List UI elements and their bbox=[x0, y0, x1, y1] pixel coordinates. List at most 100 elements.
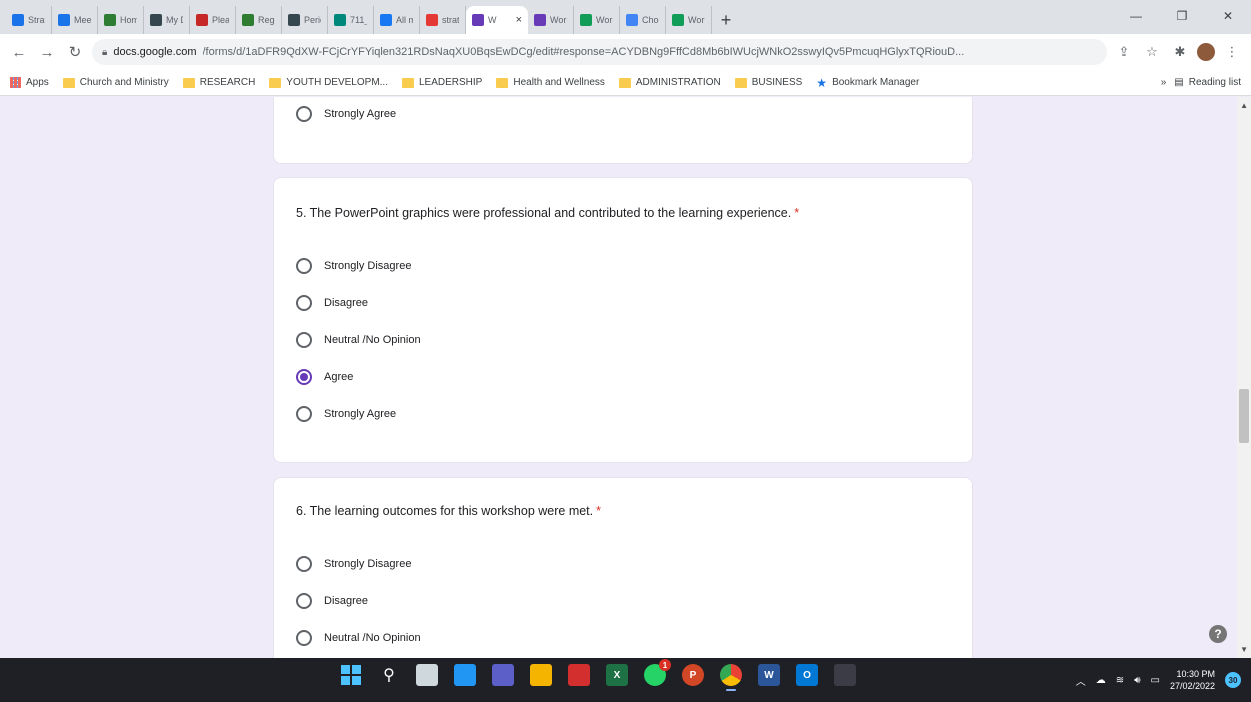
browser-tab[interactable]: Strate bbox=[6, 6, 52, 34]
bookmarks-overflow-button[interactable]: » bbox=[1161, 77, 1167, 88]
widgets-icon[interactable] bbox=[454, 664, 476, 686]
minimize-button[interactable]: — bbox=[1113, 4, 1159, 28]
menu-kebab-icon[interactable]: ⋮ bbox=[1221, 41, 1243, 63]
scroll-down-arrow-icon[interactable]: ▼ bbox=[1240, 645, 1248, 654]
tab-label: W bbox=[488, 15, 497, 25]
q6-option[interactable]: Strongly Disagree bbox=[296, 556, 411, 572]
option-label: Strongly Agree bbox=[324, 108, 397, 120]
wifi-icon[interactable]: ≋ bbox=[1116, 675, 1124, 686]
q5-option[interactable]: Disagree bbox=[296, 295, 368, 311]
browser-tab[interactable]: Work bbox=[574, 6, 620, 34]
bookmark-item[interactable]: BUSINESS bbox=[734, 77, 802, 88]
scroll-up-arrow-icon[interactable]: ▲ bbox=[1240, 101, 1248, 110]
notification-count-badge[interactable]: 30 bbox=[1225, 672, 1241, 688]
browser-tab[interactable]: Home bbox=[98, 6, 144, 34]
browser-tab[interactable]: My Di bbox=[144, 6, 190, 34]
q5-option[interactable]: Agree bbox=[296, 369, 353, 385]
task-view-icon[interactable] bbox=[416, 664, 438, 686]
browser-tab[interactable]: Perioc bbox=[282, 6, 328, 34]
q6-option[interactable]: Disagree bbox=[296, 593, 368, 609]
browser-tab[interactable]: W × bbox=[466, 6, 528, 34]
word-icon[interactable]: W bbox=[758, 664, 780, 686]
radio-button[interactable] bbox=[296, 630, 312, 646]
browser-tab[interactable]: Meeti bbox=[52, 6, 98, 34]
battery-icon[interactable]: ▭ bbox=[1151, 675, 1160, 686]
browser-tab[interactable]: 711_F bbox=[328, 6, 374, 34]
bookmark-item[interactable]: ★ Bookmark Manager bbox=[816, 76, 919, 90]
windows-taskbar: ⚲ X 1 P W O ︿ ☁ ≋ 🔊︎ ▭ 10:30 PM 27/02/20… bbox=[0, 658, 1251, 702]
bookmark-label: Church and Ministry bbox=[79, 77, 169, 88]
radio-button[interactable] bbox=[296, 369, 312, 385]
star-icon: ★ bbox=[816, 75, 828, 90]
close-tab-icon[interactable]: × bbox=[516, 14, 522, 26]
close-window-button[interactable]: ✕ bbox=[1205, 4, 1251, 28]
bookmark-list: Apps Church and Ministry RESEARCH YOUTH DEV… bbox=[10, 76, 919, 90]
file-explorer-icon[interactable] bbox=[530, 664, 552, 686]
browser-tab[interactable]: strate bbox=[420, 6, 466, 34]
taskbar-app-icon[interactable] bbox=[834, 664, 856, 686]
browser-tab[interactable]: Pleasi bbox=[190, 6, 236, 34]
bookmark-star-icon[interactable]: ☆ bbox=[1141, 41, 1163, 63]
restore-button[interactable]: ❐ bbox=[1159, 4, 1205, 28]
browser-tab[interactable]: Work bbox=[666, 6, 712, 34]
page-scrollbar[interactable]: ▲ ▼ bbox=[1237, 97, 1251, 658]
browser-tab[interactable]: Regen bbox=[236, 6, 282, 34]
q5-option[interactable]: Neutral /No Opinion bbox=[296, 332, 421, 348]
windows-start-icon[interactable] bbox=[340, 664, 362, 686]
powerpoint-icon[interactable]: P bbox=[682, 664, 704, 686]
volume-icon[interactable]: 🔊︎ bbox=[1134, 675, 1140, 686]
share-icon[interactable]: ⇪ bbox=[1113, 41, 1135, 63]
new-tab-button[interactable]: + bbox=[712, 6, 740, 34]
bookmark-item[interactable]: Church and Ministry bbox=[62, 77, 169, 88]
profile-avatar[interactable] bbox=[1197, 43, 1215, 61]
bookmark-item[interactable]: ADMINISTRATION bbox=[618, 77, 721, 88]
radio-button[interactable] bbox=[296, 106, 312, 122]
q6-option[interactable]: Neutral /No Opinion bbox=[296, 630, 421, 646]
reading-list-icon: ▤ bbox=[1174, 77, 1184, 88]
clock[interactable]: 10:30 PM 27/02/2022 bbox=[1170, 668, 1215, 692]
radio-button[interactable] bbox=[296, 258, 312, 274]
browser-tab[interactable]: All mi bbox=[374, 6, 420, 34]
tab-favicon-icon bbox=[334, 14, 346, 26]
bookmark-item[interactable]: Health and Wellness bbox=[496, 77, 605, 88]
browser-tab[interactable]: Work bbox=[528, 6, 574, 34]
tab-favicon-icon bbox=[534, 14, 546, 26]
whatsapp-icon[interactable]: 1 bbox=[644, 659, 671, 686]
chevron-up-icon[interactable]: ︿ bbox=[1076, 673, 1086, 688]
extensions-icon[interactable]: ✱ bbox=[1169, 41, 1191, 63]
bookmark-item[interactable]: RESEARCH bbox=[182, 77, 255, 88]
radio-button[interactable] bbox=[296, 295, 312, 311]
browser-toolbar: ← → ↻ 🔒︎ docs.google.com/forms/d/1aDFR9Q… bbox=[0, 34, 1251, 70]
radio-button[interactable] bbox=[296, 593, 312, 609]
outlook-icon[interactable]: O bbox=[796, 664, 818, 686]
search-icon[interactable]: ⚲ bbox=[378, 664, 400, 686]
notification-badge: 1 bbox=[659, 659, 671, 671]
chrome-icon[interactable] bbox=[720, 664, 742, 691]
option-label: Strongly Disagree bbox=[324, 558, 412, 570]
folder-icon bbox=[401, 77, 414, 88]
cloud-icon[interactable]: ☁ bbox=[1096, 675, 1106, 686]
radio-button[interactable] bbox=[296, 406, 312, 422]
bookmark-label: Health and Wellness bbox=[513, 77, 605, 88]
radio-button[interactable] bbox=[296, 332, 312, 348]
bookmark-label: Apps bbox=[26, 77, 49, 88]
forward-arrow-icon[interactable]: → bbox=[36, 41, 58, 63]
bookmark-item[interactable]: Apps bbox=[10, 77, 49, 88]
teams-chat-icon[interactable] bbox=[492, 664, 514, 686]
q5-option[interactable]: Strongly Agree bbox=[296, 406, 396, 422]
address-bar[interactable]: 🔒︎ docs.google.com/forms/d/1aDFR9QdXW-FC… bbox=[92, 39, 1107, 65]
bookmark-item[interactable]: YOUTH DEVELOPM... bbox=[269, 77, 388, 88]
scroll-thumb[interactable] bbox=[1239, 389, 1249, 443]
radio-button[interactable] bbox=[296, 556, 312, 572]
bookmark-item[interactable]: LEADERSHIP bbox=[401, 77, 482, 88]
required-asterisk: * bbox=[794, 206, 800, 220]
browser-tab[interactable]: Choo bbox=[620, 6, 666, 34]
back-arrow-icon[interactable]: ← bbox=[8, 41, 30, 63]
help-icon[interactable]: ? bbox=[1209, 625, 1227, 643]
acrobat-icon[interactable] bbox=[568, 664, 590, 686]
reload-icon[interactable]: ↻ bbox=[64, 41, 86, 63]
reading-list-button[interactable]: ▤ Reading list bbox=[1174, 77, 1241, 88]
excel-icon[interactable]: X bbox=[606, 664, 628, 686]
q4-option-strongly-agree[interactable]: Strongly Agree bbox=[296, 106, 396, 122]
q5-option[interactable]: Strongly Disagree bbox=[296, 258, 411, 274]
